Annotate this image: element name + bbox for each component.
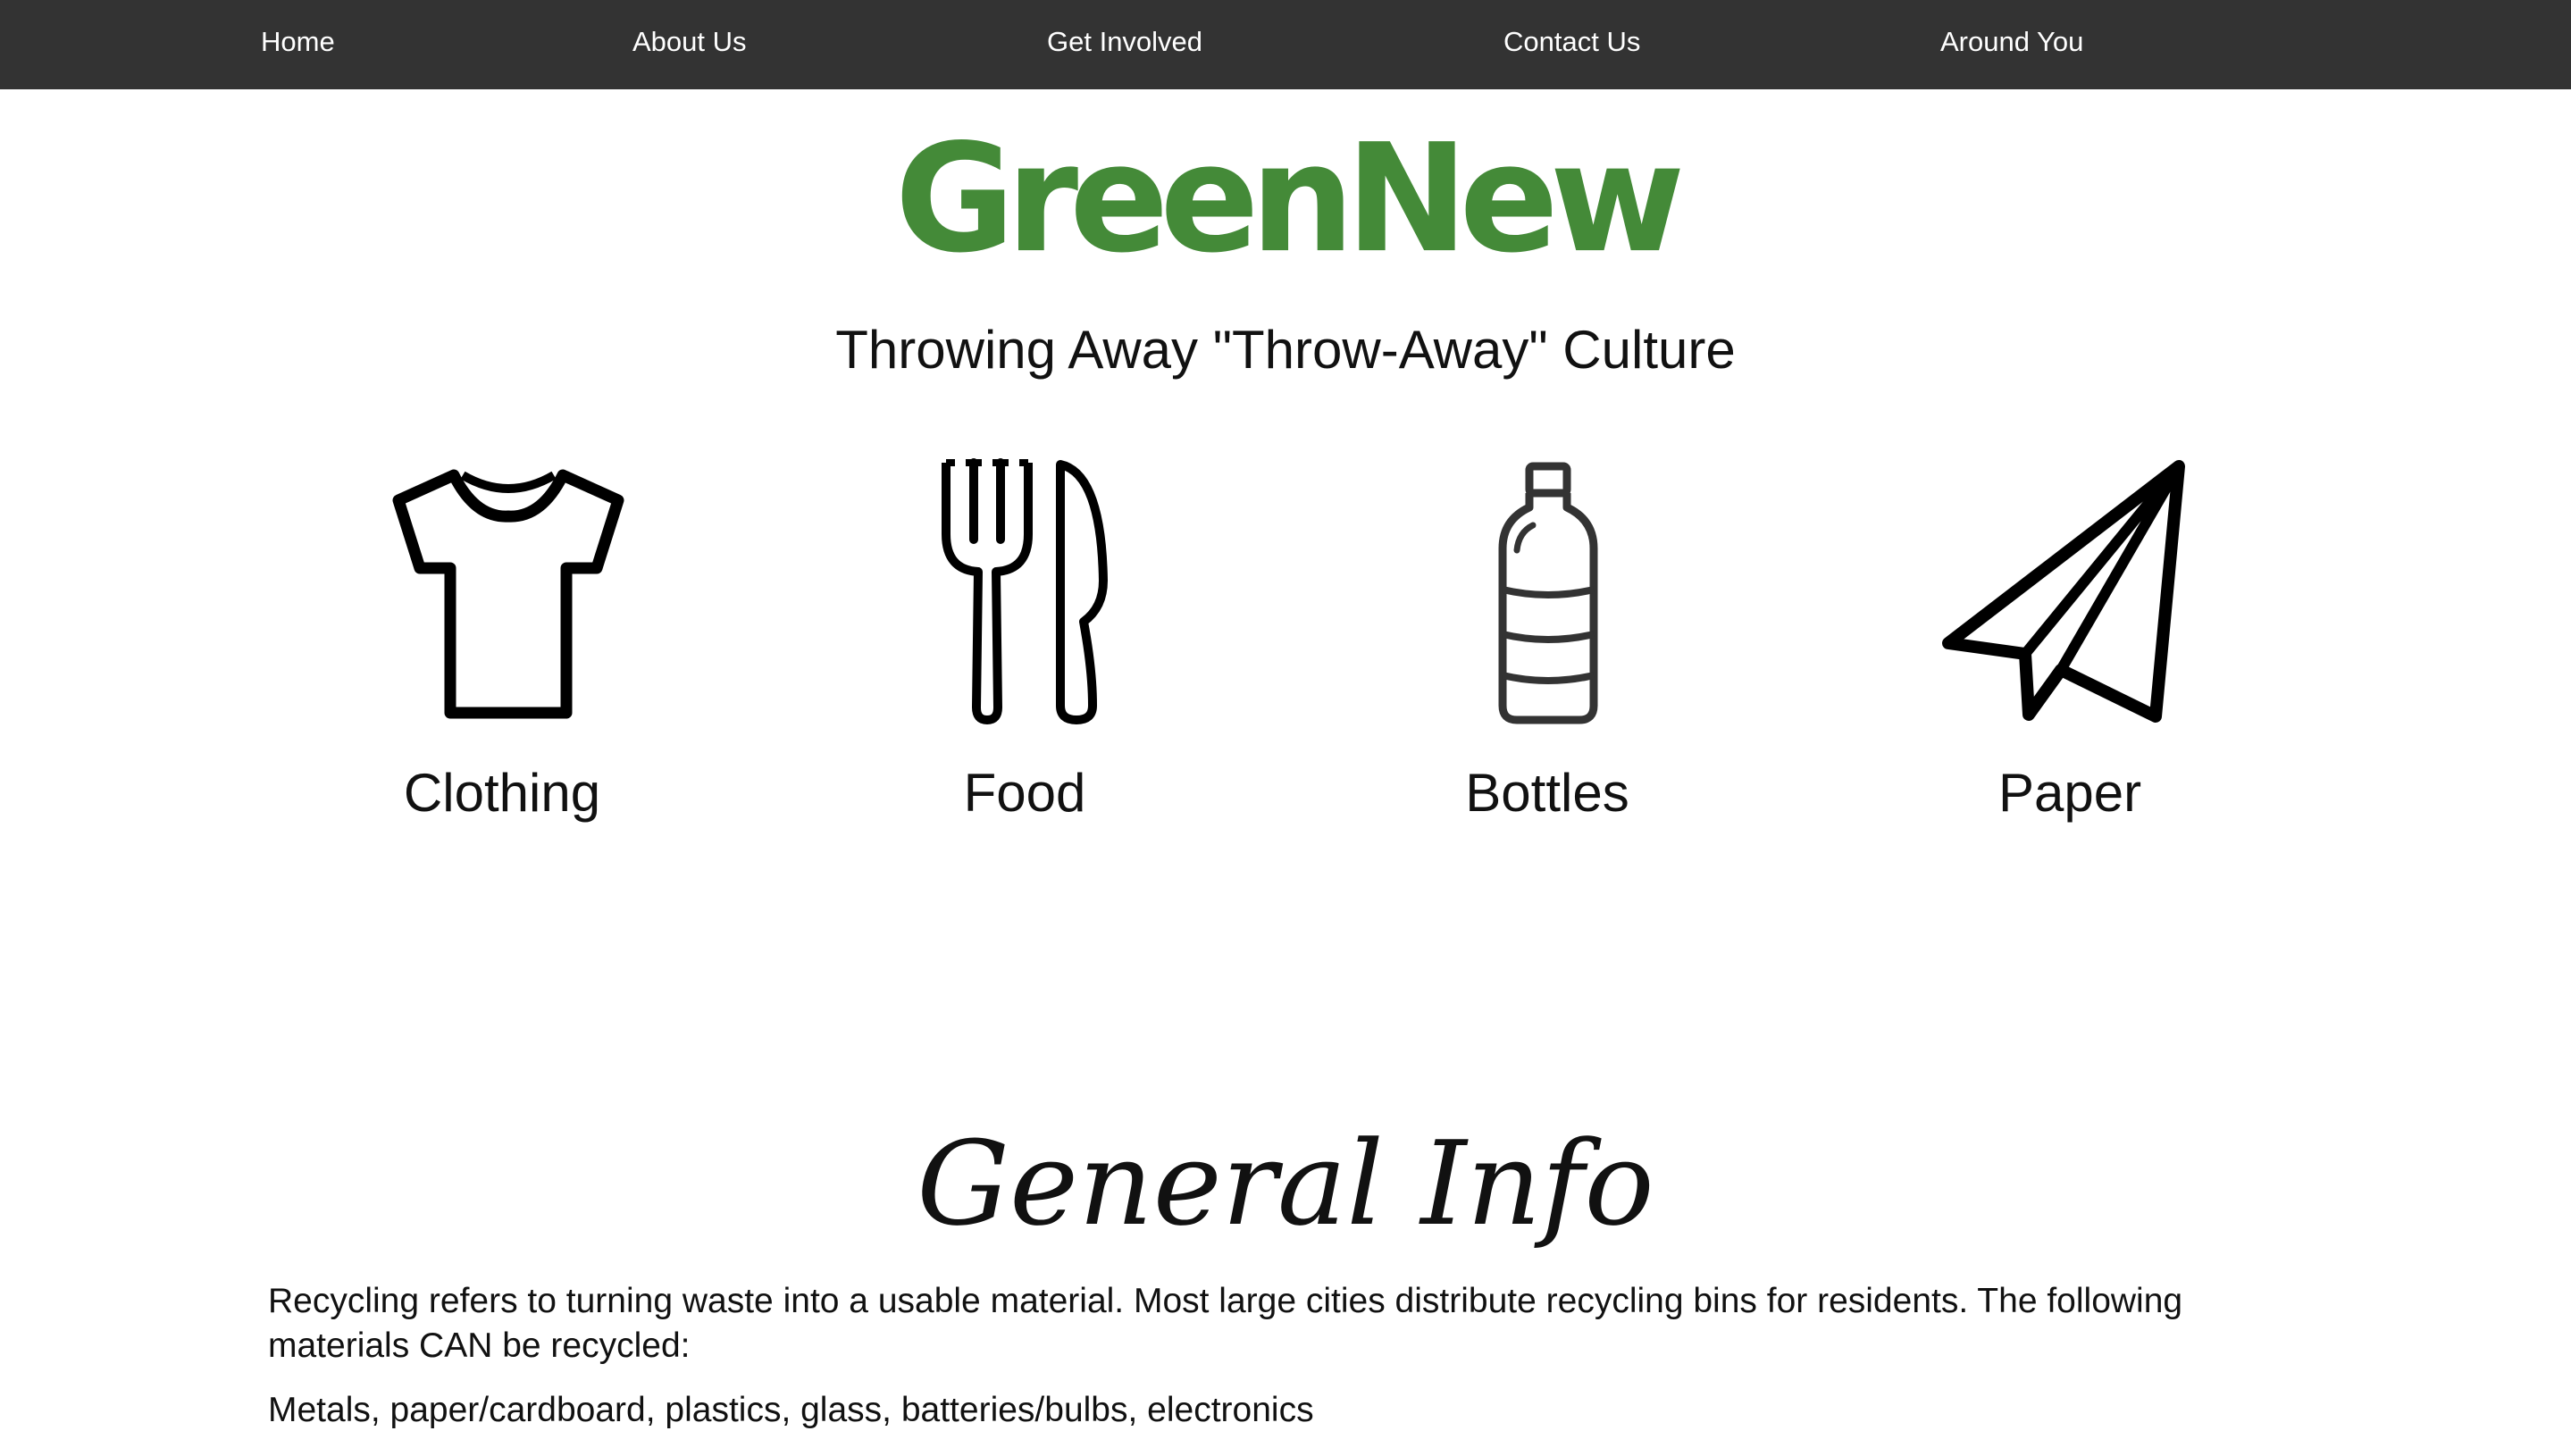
category-label: Clothing [403, 763, 601, 823]
category-paper[interactable]: Paper [1802, 447, 2338, 840]
paper-plane-icon [1936, 447, 2204, 732]
category-label: Bottles [1465, 763, 1629, 823]
recyclable-materials-list: Metals, paper/cardboard, plastics, glass… [268, 1391, 1314, 1429]
nav-about-link[interactable]: About Us [632, 0, 747, 89]
nav-contact-link[interactable]: Contact Us [1503, 0, 1640, 89]
category-label: Paper [1997, 763, 2142, 823]
category-clothing[interactable]: Clothing [234, 447, 770, 840]
tshirt-icon [368, 447, 636, 732]
category-food[interactable]: Food [757, 447, 1293, 840]
general-info-paragraph: Recycling refers to turning waste into a… [268, 1282, 2183, 1365]
bottle-icon [1413, 447, 1681, 732]
category-label: Food [963, 763, 1086, 823]
fork-knife-icon [891, 447, 1159, 732]
top-nav: Home About Us Get Involved Contact Us Ar… [0, 0, 2571, 89]
general-info-heading: General Info [917, 1116, 1654, 1251]
site-logo: GreenNew [894, 112, 1686, 286]
category-bottles[interactable]: Bottles [1279, 447, 1815, 840]
nav-home-link[interactable]: Home [261, 0, 335, 89]
nav-around-you-link[interactable]: Around You [1940, 0, 2083, 89]
nav-get-involved-link[interactable]: Get Involved [1047, 0, 1202, 89]
page-tagline: Throwing Away "Throw-Away" Culture [835, 320, 1736, 380]
